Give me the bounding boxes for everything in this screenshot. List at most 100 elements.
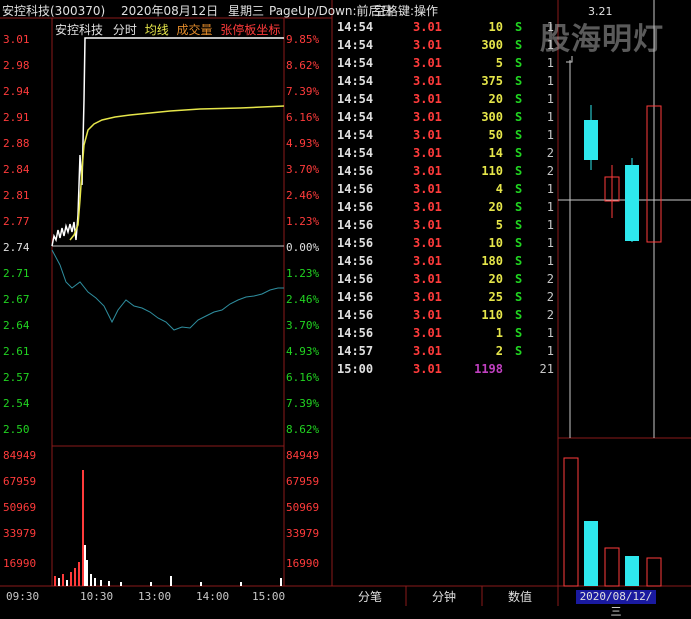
trade-price: 3.01 [413,56,442,70]
trade-price: 3.01 [413,200,442,214]
trade-row: 14:56 3.01 180 S 1 [333,252,558,270]
trade-count: 1 [546,128,554,142]
price-tick: 2.81 [3,189,30,202]
tab-minutes[interactable]: 分钟 [432,588,456,605]
price-tick: 2.61 [3,345,30,358]
legend-limit-axis[interactable]: 张停板坐标 [220,23,280,37]
trade-time: 14:54 [337,56,374,70]
trade-count: 21 [539,362,554,376]
kvol-3 [604,547,620,587]
trade-count: 1 [546,326,554,340]
kvol-4 [625,556,639,586]
percent-tick: 7.39% [286,397,320,410]
volume-tick: 16990 [286,557,320,570]
legend-volume[interactable]: 成交量 [177,23,213,37]
legend-average[interactable]: 均线 [145,23,169,37]
percent-tick: 6.16% [286,371,320,384]
trade-volume: 180 [481,254,503,268]
price-tick: 2.91 [3,111,30,124]
trade-count: 2 [546,308,554,322]
trade-volume: 110 [481,164,503,178]
trade-time: 14:56 [337,218,374,232]
trade-time: 14:56 [337,200,374,214]
trade-row: 14:56 3.01 110 S 2 [333,306,558,324]
trade-side: S [515,200,523,214]
trade-side: S [515,146,523,160]
trade-count: 1 [546,110,554,124]
trade-row: 14:56 3.01 20 S 1 [333,198,558,216]
price-panel-frame [51,17,285,587]
trade-price: 3.01 [413,218,442,232]
price-tick: 2.77 [3,215,30,228]
trade-row: 14:54 3.01 14 S 2 [333,144,558,162]
percent-tick: 4.93% [286,345,320,358]
trade-volume: 1198 [474,362,503,376]
volume-bars [54,470,282,586]
trade-row: 14:54 3.01 375 S 1 [333,72,558,90]
trade-price: 3.01 [413,272,442,286]
tab-ticks[interactable]: 分笔 [358,588,382,605]
trade-price: 3.01 [413,38,442,52]
price-tick: 2.54 [3,397,30,410]
trade-volume: 2 [495,344,503,358]
percent-tick: 6.16% [286,111,320,124]
volume-tick: 50969 [286,501,320,514]
trade-row: 14:56 3.01 20 S 2 [333,270,558,288]
percent-tick: 1.23% [286,215,320,228]
time-label-0930: 09:30 [6,590,40,603]
trade-price: 3.01 [413,146,442,160]
trade-row: 14:56 3.01 110 S 2 [333,162,558,180]
percent-tick: 3.70% [286,319,320,332]
trade-row: 14:54 3.01 300 S 1 [333,36,558,54]
volume-tick: 84949 [286,449,320,462]
percent-tick: 0.00% [286,241,320,254]
legend-name: 安控科技 [55,23,104,37]
trade-side: S [515,236,523,250]
trade-volume: 10 [488,20,503,34]
legend-minute[interactable]: 分时 [113,23,137,37]
trade-count: 1 [546,74,554,88]
watermark-logo: 股海明灯 [540,22,664,57]
trade-side: S [515,218,523,232]
trade-row: 14:56 3.01 10 S 1 [333,234,558,252]
trade-row: 14:56 3.01 4 S 1 [333,180,558,198]
trade-side: S [515,272,523,286]
volume-tick: 50969 [3,501,37,514]
trade-volume: 14 [488,146,503,160]
trade-time: 15:00 [337,362,374,376]
trade-volume: 5 [495,218,503,232]
tab-values[interactable]: 数值 [508,588,532,605]
trade-side: S [515,254,523,268]
trade-price: 3.01 [413,326,442,340]
trade-price: 3.01 [413,92,442,106]
trade-time: 14:54 [337,20,374,34]
percent-tick: 2.46% [286,293,320,306]
trade-side: S [515,74,523,88]
trade-row: 15:00 3.01 1198 21 [333,360,558,378]
time-label-1500: 15:00 [252,590,286,603]
trade-time: 14:54 [337,110,374,124]
trade-time: 14:56 [337,236,374,250]
trade-time: 14:56 [337,272,374,286]
price-tick: 2.50 [3,423,30,436]
time-label-1300: 13:00 [138,590,172,603]
percent-tick: 7.39% [286,85,320,98]
trade-count: 1 [546,236,554,250]
percent-tick: 1.23% [286,267,320,280]
trade-time: 14:54 [337,146,374,160]
space-hint: 空格键:操作 [374,4,439,18]
trade-time: 14:54 [337,38,374,52]
chart-legend: 安控科技 分时 均线 成交量 张停板坐标 [55,21,280,38]
trade-row: 14:56 3.01 1 S 1 [333,324,558,342]
kline-date-label: 2020/08/12/三 [576,590,656,618]
trade-time: 14:54 [337,128,374,142]
trade-row: 14:56 3.01 25 S 2 [333,288,558,306]
trade-time: 14:56 [337,182,374,196]
trade-side: S [515,182,523,196]
trade-volume: 25 [488,290,503,304]
percent-tick: 9.85% [286,33,320,46]
trade-side: S [515,290,523,304]
trade-time: 14:57 [337,344,374,358]
trade-price: 3.01 [413,308,442,322]
candle-3 [625,165,639,241]
